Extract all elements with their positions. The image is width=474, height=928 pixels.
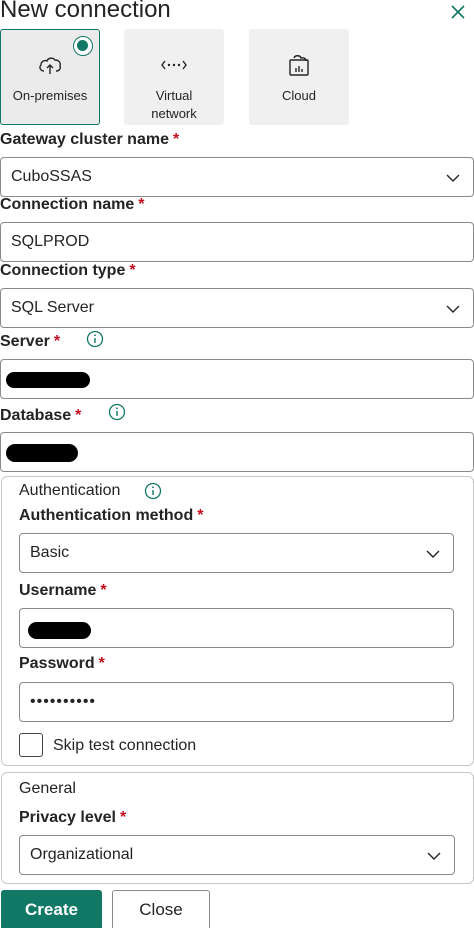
connection-name-input[interactable]: SQLPROD <box>0 222 474 262</box>
connection-type-dropdown[interactable]: SQL Server <box>0 288 474 328</box>
server-label: Server * <box>0 333 61 350</box>
username-label: Username * <box>19 582 107 599</box>
privacy-level-label: Privacy level * <box>19 809 127 826</box>
auth-method-label: Authentication method * <box>19 507 204 524</box>
chevron-down-icon <box>446 305 460 313</box>
tile-selected-radio <box>73 36 93 56</box>
close-button[interactable]: Close <box>112 890 210 928</box>
cloud-upload-icon <box>39 57 61 74</box>
network-arrows-icon <box>161 60 187 70</box>
tile-virtual-network[interactable]: Virtual network <box>124 29 224 125</box>
redacted-value <box>28 622 91 639</box>
authentication-heading: Authentication <box>19 482 121 499</box>
skip-test-checkbox[interactable] <box>19 733 43 757</box>
connection-name-value: SQLPROD <box>11 233 90 250</box>
server-input[interactable] <box>0 359 474 399</box>
auth-method-dropdown[interactable]: Basic <box>19 533 454 573</box>
cloud-report-icon <box>289 55 309 76</box>
gateway-cluster-label: Gateway cluster name * <box>0 131 180 148</box>
privacy-level-dropdown[interactable]: Organizational <box>19 835 455 875</box>
connection-type-label: Connection type * <box>0 262 136 279</box>
tile-label: Virtual network <box>151 88 197 121</box>
password-value: •••••••••• <box>30 693 97 710</box>
info-icon[interactable] <box>144 482 162 500</box>
dialog-title: New connection <box>0 0 171 23</box>
chevron-down-icon <box>446 174 460 182</box>
tile-on-premises[interactable]: On-premises <box>0 29 100 125</box>
gateway-cluster-value: CuboSSAS <box>11 168 92 185</box>
create-button[interactable]: Create <box>1 890 102 928</box>
auth-method-value: Basic <box>30 544 70 561</box>
password-label: Password * <box>19 655 105 672</box>
general-heading: General <box>19 780 76 797</box>
tile-label: Cloud <box>282 88 316 103</box>
password-input[interactable]: •••••••••• <box>19 682 454 722</box>
info-icon[interactable] <box>86 330 104 348</box>
chevron-down-icon <box>427 852 441 860</box>
database-input[interactable] <box>0 432 474 472</box>
tile-cloud[interactable]: Cloud <box>249 29 349 125</box>
close-icon[interactable] <box>446 0 470 24</box>
connection-name-label: Connection name * <box>0 196 145 213</box>
info-icon[interactable] <box>108 403 126 421</box>
chevron-down-icon <box>426 550 440 558</box>
privacy-level-value: Organizational <box>30 846 134 863</box>
gateway-cluster-dropdown[interactable]: CuboSSAS <box>0 157 474 197</box>
redacted-value <box>6 372 90 388</box>
skip-test-label: Skip test connection <box>53 737 197 754</box>
connection-type-value: SQL Server <box>11 299 94 316</box>
database-label: Database * <box>0 407 82 424</box>
tile-label: On-premises <box>12 88 88 103</box>
username-input[interactable] <box>19 608 454 648</box>
redacted-value <box>6 444 78 462</box>
